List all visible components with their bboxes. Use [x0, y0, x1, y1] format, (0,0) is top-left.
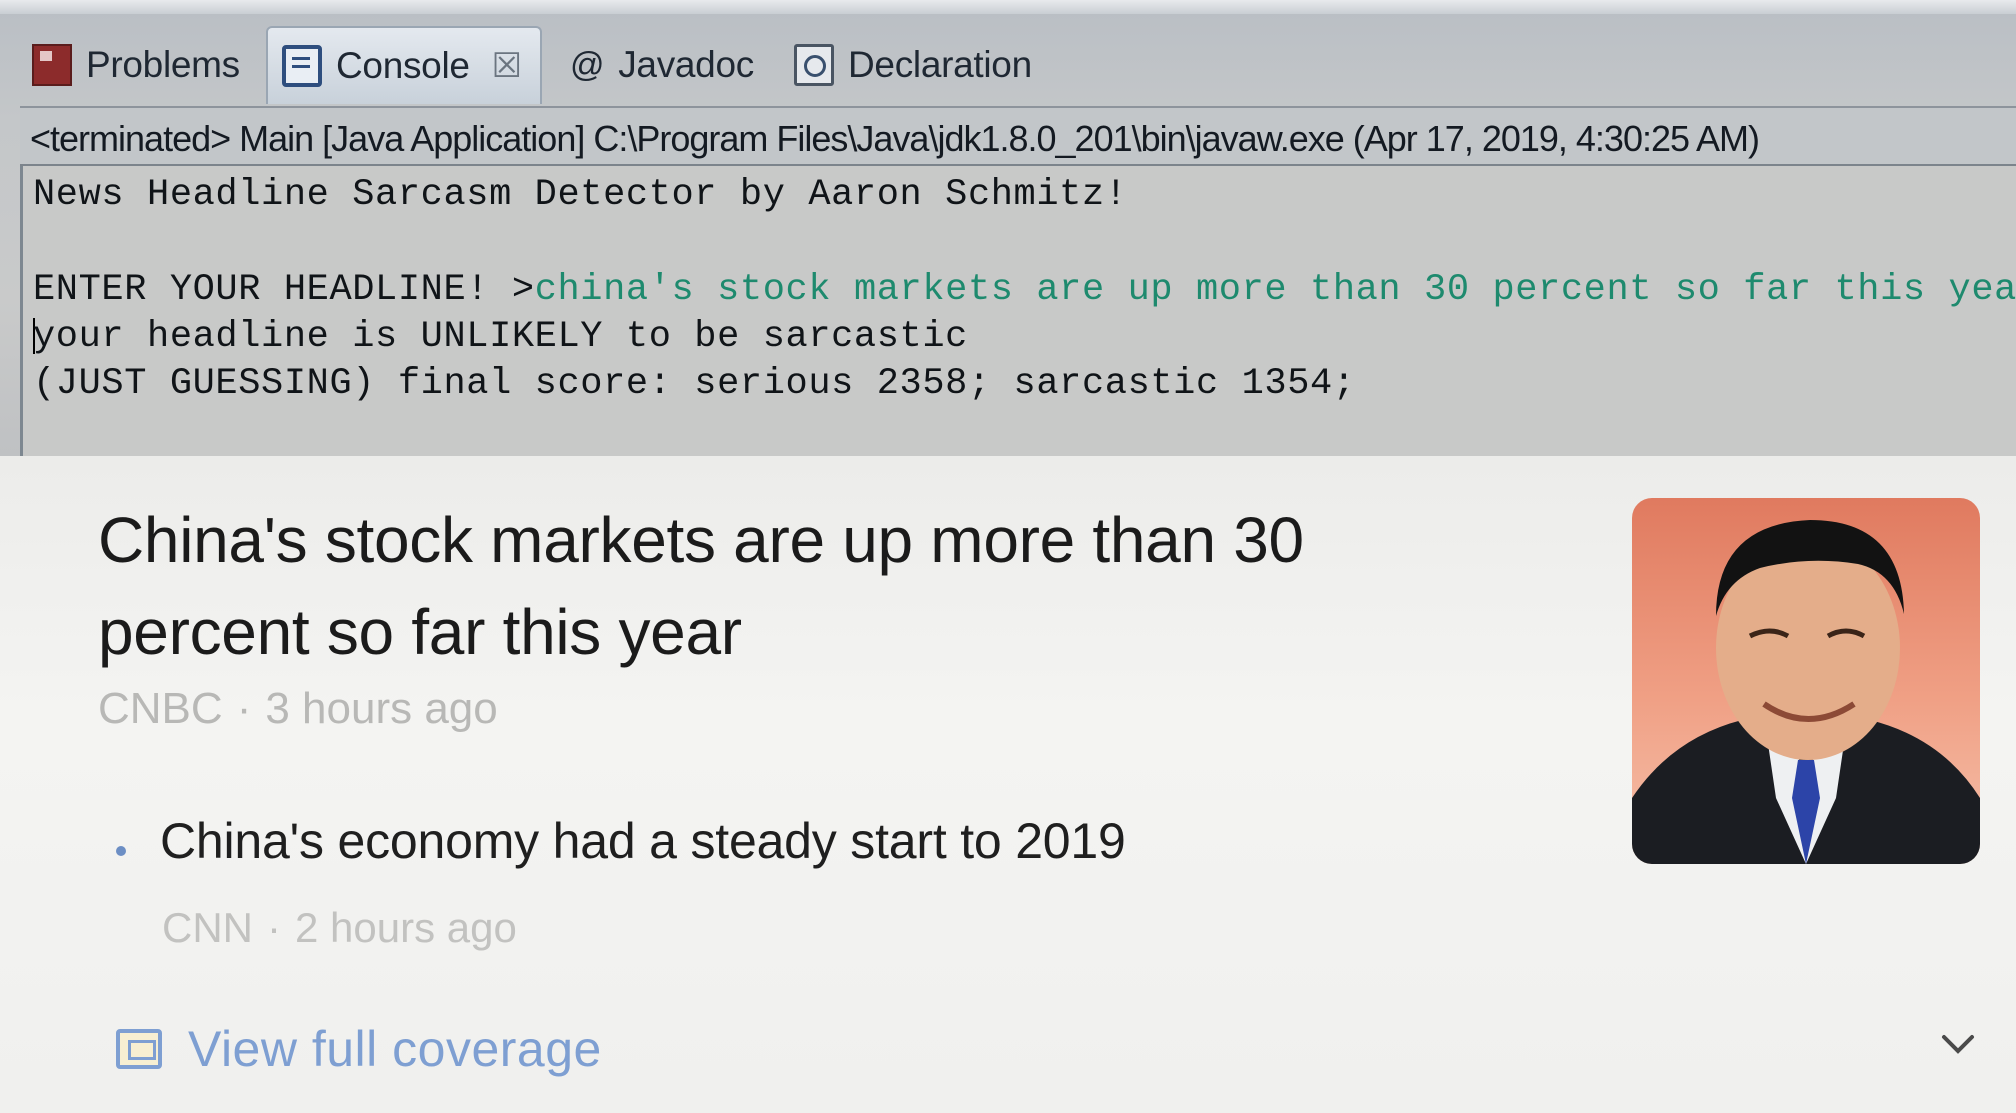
bullet-dot [116, 846, 126, 856]
console-result-text: your headline is UNLIKELY to be sarcasti… [33, 316, 968, 358]
close-icon[interactable]: ☒ [492, 46, 522, 86]
news-meta: CNBC · 3 hours ago [98, 684, 498, 734]
tab-javadoc-label: Javadoc [618, 44, 754, 85]
tab-javadoc[interactable]: @ Javadoc [570, 26, 754, 104]
tab-console[interactable]: Console ☒ [266, 26, 542, 104]
news-headline[interactable]: China's stock markets are up more than 3… [98, 494, 1478, 678]
tab-declaration[interactable]: Declaration [794, 26, 1032, 104]
news-source: CNBC [98, 684, 223, 733]
related-headline[interactable]: China's economy had a steady start to 20… [160, 812, 1126, 870]
declaration-icon [794, 44, 834, 86]
newspaper-icon [116, 1029, 162, 1069]
console-user-input: china's stock markets are up more than 3… [534, 269, 2016, 311]
view-tab-bar: Problems Console ☒ @ Javadoc Declaration [22, 26, 2016, 104]
view-full-coverage-button[interactable]: View full coverage [116, 1020, 602, 1078]
console-icon [282, 45, 322, 87]
portrait-image [1632, 520, 1980, 864]
view-full-coverage-label: View full coverage [188, 1021, 602, 1077]
meta-separator: · [267, 904, 281, 951]
console-output[interactable]: News Headline Sarcasm Detector by Aaron … [20, 166, 2016, 456]
related-source: CNN [162, 904, 253, 951]
related-meta: CNN · 2 hours ago [162, 904, 517, 952]
news-time: 3 hours ago [265, 684, 498, 733]
news-card: China's stock markets are up more than 3… [0, 456, 2016, 1113]
chevron-down-icon[interactable] [1940, 1026, 1976, 1062]
news-thumbnail[interactable] [1632, 498, 1980, 864]
eclipse-console-view: Problems Console ☒ @ Javadoc Declaration… [0, 0, 2016, 466]
console-line-prompt: ENTER YOUR HEADLINE! >china's stock mark… [33, 267, 2016, 314]
at-icon: @ [570, 45, 605, 84]
console-process-header: <terminated> Main [Java Application] C:\… [20, 106, 2016, 166]
meta-separator: · [236, 684, 252, 733]
console-line-result: your headline is UNLIKELY to be sarcasti… [33, 314, 2016, 361]
tab-problems-label: Problems [86, 44, 240, 85]
tab-declaration-label: Declaration [848, 44, 1032, 85]
console-line-title: News Headline Sarcasm Detector by Aaron … [33, 174, 1128, 216]
related-time: 2 hours ago [295, 904, 517, 951]
tab-console-label: Console [336, 45, 470, 86]
tab-problems[interactable]: Problems [32, 26, 240, 104]
problems-icon [32, 44, 72, 86]
console-prompt-text: ENTER YOUR HEADLINE! > [33, 269, 535, 311]
console-line-score: (JUST GUESSING) final score: serious 235… [33, 363, 1356, 405]
